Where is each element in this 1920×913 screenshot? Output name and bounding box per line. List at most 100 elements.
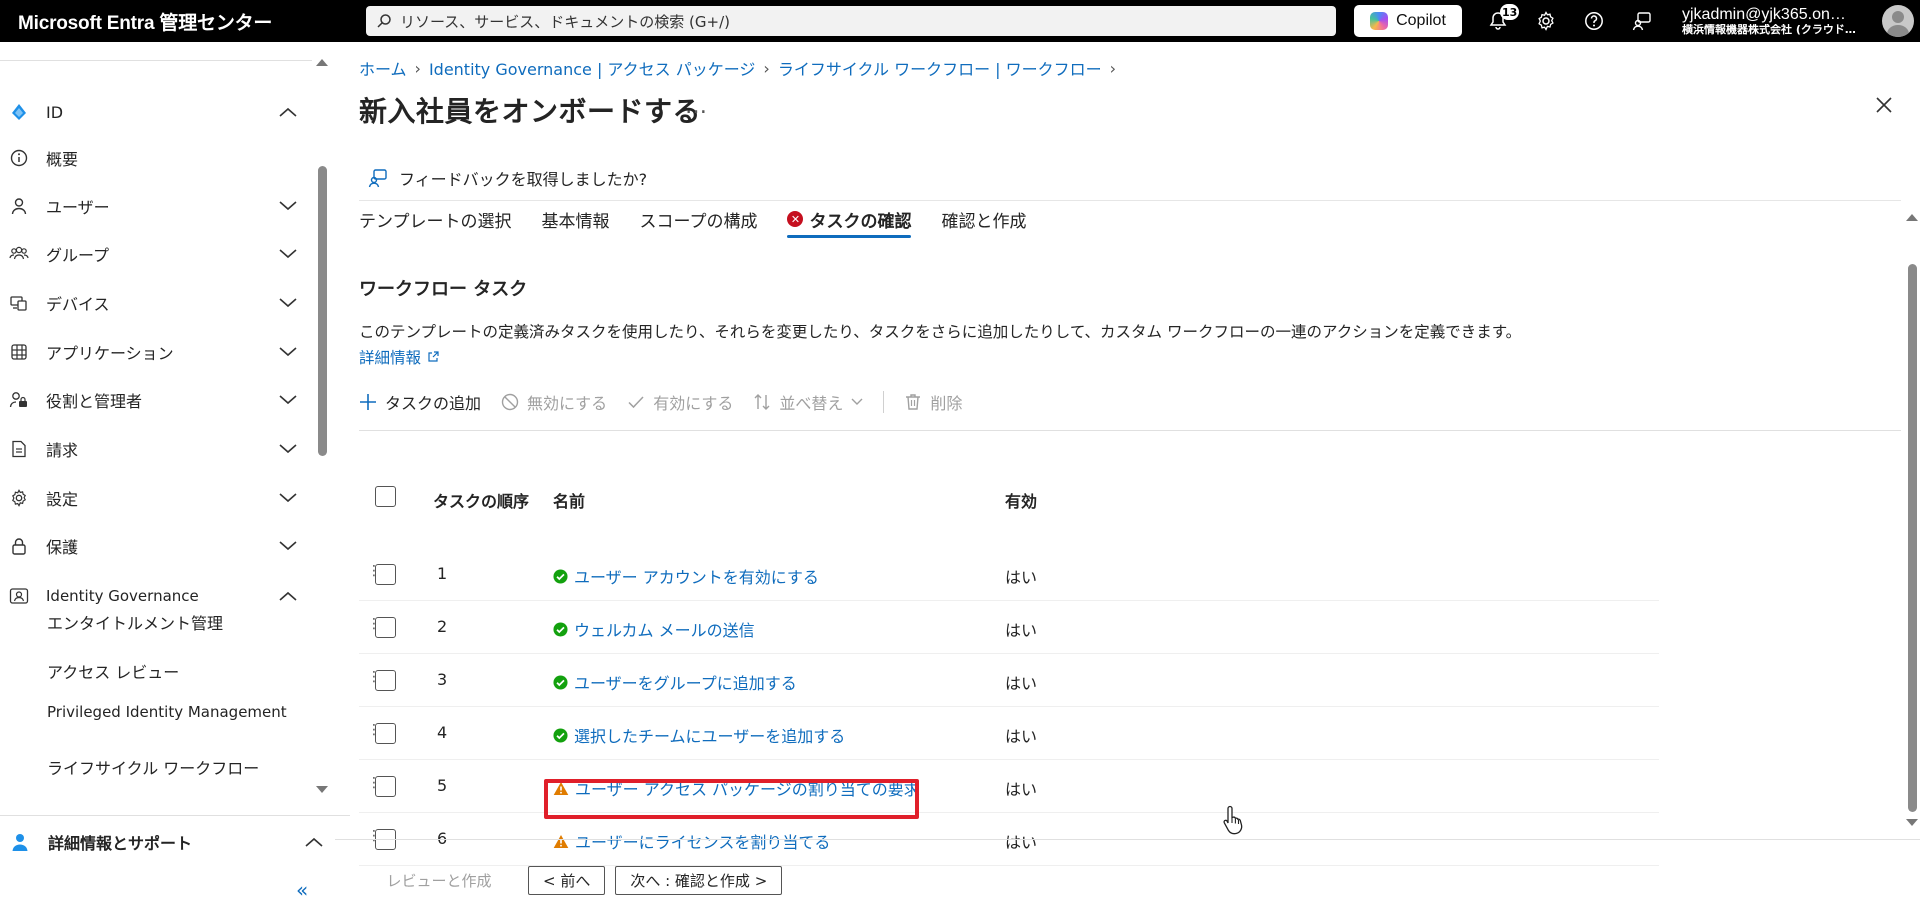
task-name-link[interactable]: ユーザー アカウントを有効にする	[553, 564, 819, 588]
task-order: 3	[437, 670, 448, 689]
task-table-header: タスクの順序 名前 有効	[359, 478, 1659, 516]
portal-brand[interactable]: Microsoft Entra 管理センター	[18, 8, 360, 35]
notifications-button[interactable]: 13	[1474, 0, 1522, 42]
tab-basics[interactable]: 基本情報	[542, 202, 610, 236]
sidebar-item-billing[interactable]: 請求	[0, 429, 312, 469]
previous-button[interactable]: < 前へ	[528, 866, 606, 895]
sidebar-item-help-support[interactable]: 詳細情報とサポート	[0, 822, 330, 862]
disable-button[interactable]: 無効にする	[501, 390, 607, 414]
sidebar-subitem-pim[interactable]: Privileged Identity Management	[47, 702, 307, 723]
review-create-button[interactable]: レビューと作成	[360, 866, 518, 895]
tab-scope[interactable]: スコープの構成	[640, 202, 758, 236]
account-info[interactable]: yjkadmin@yjk365.on… 横浜情報機器株式会社 (クラウド…	[1682, 7, 1878, 35]
main-scroll-down-icon[interactable]	[1905, 818, 1919, 828]
account-user: yjkadmin@yjk365.on…	[1682, 6, 1846, 23]
row-checkbox[interactable]	[375, 617, 396, 638]
task-name-link[interactable]: ユーザーをグループに追加する	[553, 670, 797, 694]
sidebar-item-protection[interactable]: 保護	[0, 526, 312, 566]
more-info-link[interactable]: 詳細情報	[359, 346, 439, 368]
feedback-button[interactable]	[1618, 0, 1666, 42]
sidebar-collapse-button[interactable]: «	[296, 878, 308, 902]
feedback-link[interactable]: フィードバックを取得しましたか?	[367, 166, 647, 190]
sidebar-item-label: Identity Governance	[46, 587, 199, 605]
table-row[interactable]: ⋮ 1 ユーザー アカウントを有効にする はい	[359, 548, 1659, 601]
trash-icon	[906, 394, 921, 410]
sidebar-item-label: 請求	[46, 441, 79, 460]
task-enabled: はい	[1005, 621, 1038, 640]
main-scrollbar-thumb[interactable]	[1908, 264, 1917, 812]
add-task-button[interactable]: タスクの追加	[359, 390, 481, 414]
settings-button[interactable]	[1522, 0, 1570, 42]
help-button[interactable]	[1570, 0, 1618, 42]
notification-count-badge: 13	[1500, 4, 1520, 20]
sidebar-item-id[interactable]: ID	[0, 92, 312, 132]
feedback-person-icon	[368, 169, 387, 188]
more-options-button[interactable]: …	[685, 94, 707, 119]
breadcrumb-home[interactable]: ホーム	[359, 56, 407, 80]
task-name-link[interactable]: ユーザーにライセンスを割り当てる	[553, 829, 830, 853]
task-name-link[interactable]: ウェルカム メールの送信	[553, 617, 755, 641]
avatar[interactable]	[1882, 5, 1914, 37]
tab-review-create[interactable]: 確認と作成	[941, 202, 1026, 236]
row-checkbox[interactable]	[375, 564, 396, 585]
breadcrumb-separator: ›	[414, 58, 421, 78]
sidebar-item-settings[interactable]: 設定	[0, 478, 312, 518]
global-search-input[interactable]: リソース、サービス、ドキュメントの検索 (G+/)	[366, 6, 1336, 36]
enable-button[interactable]: 有効にする	[627, 390, 733, 414]
disable-icon	[501, 393, 519, 411]
sidebar-scroll-up-icon[interactable]	[314, 56, 330, 68]
wizard-footer: レビューと作成 < 前へ 次へ : 確認と作成 >	[360, 866, 783, 895]
sidebar-subitem-access-reviews[interactable]: アクセス レビュー	[47, 662, 307, 683]
error-icon: ✕	[787, 211, 804, 227]
toolbar-divider	[359, 430, 1901, 431]
sidebar-item-label: 設定	[46, 490, 79, 509]
row-checkbox[interactable]	[375, 776, 396, 797]
table-row[interactable]: ⋮ 2 ウェルカム メールの送信 はい	[359, 601, 1659, 654]
sidebar-scroll-down-icon[interactable]	[314, 784, 330, 796]
table-row[interactable]: ⋮ 5 ユーザー アクセス パッケージの割り当ての要求 はい	[359, 760, 1659, 813]
sidebar-scrollbar-thumb[interactable]	[318, 166, 327, 456]
table-row[interactable]: ⋮ 3 ユーザーをグループに追加する はい	[359, 654, 1659, 707]
select-all-checkbox[interactable]	[375, 486, 396, 507]
next-button[interactable]: 次へ : 確認と作成 >	[615, 866, 783, 895]
task-name: ウェルカム メールの送信	[574, 621, 755, 640]
task-name-link[interactable]: ユーザー アクセス パッケージの割り当ての要求	[553, 776, 920, 800]
column-header-order[interactable]: タスクの順序	[433, 488, 529, 512]
row-checkbox[interactable]	[375, 723, 396, 744]
tab-review-tasks[interactable]: ✕ タスクの確認	[787, 202, 912, 238]
delete-button[interactable]: 削除	[904, 390, 962, 414]
enable-label: 有効にする	[653, 394, 734, 413]
tab-template-selection[interactable]: テンプレートの選択	[359, 202, 512, 236]
sidebar-item-applications[interactable]: アプリケーション	[0, 332, 312, 372]
gear-icon	[1538, 11, 1554, 31]
chevron-down-icon	[279, 298, 297, 308]
sidebar-item-users[interactable]: ユーザー	[0, 186, 312, 226]
column-header-name[interactable]: 名前	[553, 488, 585, 512]
sidebar-item-identity-governance[interactable]: Identity Governance	[0, 576, 312, 616]
sidebar-item-label: 保護	[46, 538, 79, 557]
sidebar-item-devices[interactable]: デバイス	[0, 283, 312, 323]
sidebar-item-groups[interactable]: グループ	[0, 234, 312, 274]
sidebar-item-overview[interactable]: 概要	[0, 138, 312, 178]
row-checkbox[interactable]	[375, 670, 396, 691]
success-check-icon	[553, 727, 568, 743]
sidebar-item-label: デバイス	[46, 295, 110, 314]
sort-button[interactable]: 並べ替え	[753, 390, 863, 414]
copilot-button[interactable]: Copilot	[1354, 5, 1462, 37]
close-icon[interactable]	[1875, 96, 1893, 114]
task-name-link[interactable]: 選択したチームにユーザーを追加する	[553, 723, 845, 747]
task-name: ユーザーをグループに追加する	[574, 674, 797, 693]
breadcrumb-lifecycle-workflows[interactable]: ライフサイクル ワークフロー | ワークフロー	[778, 56, 1102, 80]
sidebar-item-roles[interactable]: 役割と管理者	[0, 380, 312, 420]
chevron-down-icon	[279, 444, 297, 454]
sidebar-subitem-lifecycle-workflows[interactable]: ライフサイクル ワークフロー	[47, 758, 307, 779]
external-link-icon	[428, 351, 439, 362]
chevron-up-icon	[279, 107, 297, 117]
identity-governance-icon	[9, 588, 29, 604]
column-header-enabled[interactable]: 有効	[1005, 488, 1037, 512]
table-row[interactable]: ⋮ 4 選択したチームにユーザーを追加する はい	[359, 707, 1659, 760]
sidebar-subitem-entitlement[interactable]: エンタイトルメント管理	[47, 613, 307, 634]
breadcrumb-identity-governance[interactable]: Identity Governance | アクセス パッケージ	[429, 56, 755, 80]
main-scroll-up-icon[interactable]	[1905, 212, 1919, 222]
breadcrumb-separator: ›	[1109, 58, 1117, 78]
